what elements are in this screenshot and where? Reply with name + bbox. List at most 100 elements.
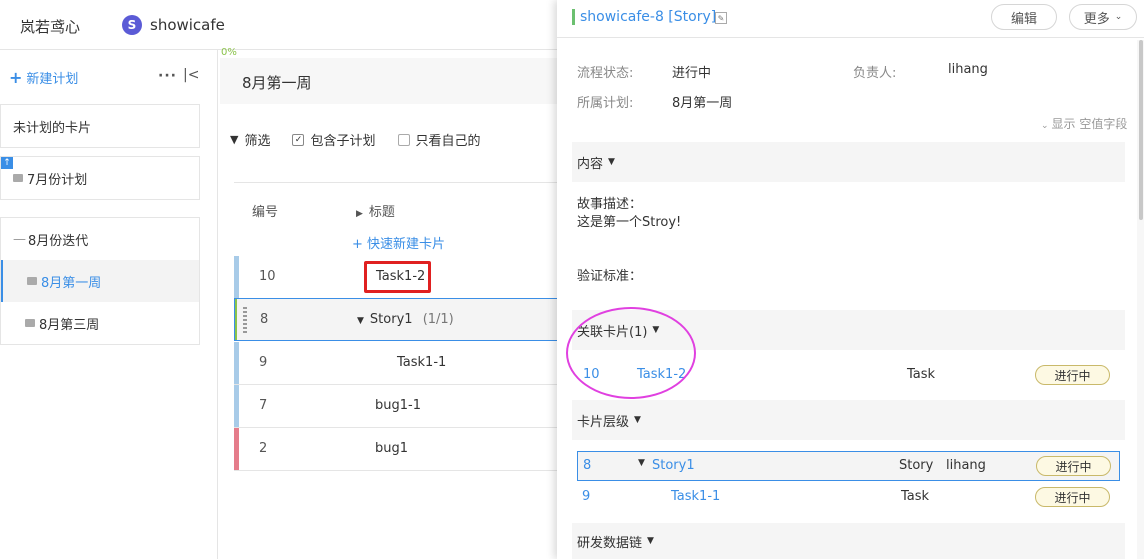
hierarchy-type: Task xyxy=(901,489,930,504)
sidebar-item-aug-iteration[interactable]: — 8月份迭代 xyxy=(1,218,199,260)
related-card-status[interactable]: 进行中 xyxy=(1035,365,1110,385)
row-num: 7 xyxy=(259,398,268,413)
chevron-down-icon: ⌄ xyxy=(1114,12,1123,22)
section-dev-data-chain[interactable]: 研发数据链 ▼ xyxy=(572,523,1125,559)
plan-field-label: 所属计划: xyxy=(577,96,634,111)
only-mine-label: 只看自己的 xyxy=(415,134,481,149)
filter-button[interactable]: ▼ 筛选 xyxy=(230,130,270,149)
card-detail-panel: showicafe-8 [Story] ✎ 编辑 更多 ⌄ 流程状态: 进行中 … xyxy=(557,0,1144,559)
owner-field-value[interactable]: lihang xyxy=(948,62,988,77)
sidebar-item-july-plan[interactable]: ↑ 7月份计划 xyxy=(1,157,199,199)
acceptance-label: 验证标准： xyxy=(577,269,643,284)
column-header-title[interactable]: ▶ 标题 xyxy=(356,201,395,220)
include-subplans-checkbox[interactable]: ✓ 包含子计划 xyxy=(292,130,376,149)
row-color-bar xyxy=(234,256,239,298)
scrollbar-thumb[interactable] xyxy=(1139,40,1143,220)
plan-sidebar: + 新建计划 ··· |< 未计划的卡片 ↑ 7月份计划 — 8月份迭代 8月第… xyxy=(0,50,218,559)
highlight-circle-pink xyxy=(566,307,696,399)
pin-up-icon: ↑ xyxy=(1,157,13,169)
hierarchy-type: Story xyxy=(899,458,934,473)
checkbox-empty-icon xyxy=(397,133,410,146)
project-switcher[interactable]: S showicafe xyxy=(122,15,225,35)
caret-down-icon: ▼ xyxy=(647,536,654,546)
panel-title[interactable]: showicafe-8 [Story] xyxy=(580,9,716,25)
sidebar-item-label: 8月第一周 xyxy=(41,275,102,291)
include-subplans-label: 包含子计划 xyxy=(310,134,376,149)
plan-field-value[interactable]: 8月第一周 xyxy=(672,92,732,111)
sidebar-item-week1[interactable]: 8月第一周 xyxy=(1,260,199,302)
hierarchy-status[interactable]: 进行中 xyxy=(1035,487,1110,507)
chevron-down-icon: ⌄ xyxy=(1041,121,1049,131)
iteration-progress: 0% xyxy=(221,47,237,58)
table-header: 编号 ▶ 标题 + 快速新建卡片 xyxy=(234,182,564,252)
row-color-bar xyxy=(235,299,237,340)
hierarchy-num[interactable]: 9 xyxy=(582,489,590,504)
row-title[interactable]: ▼ Story1 (1/1) xyxy=(357,312,454,327)
quick-new-card-link[interactable]: + 快速新建卡片 xyxy=(352,233,445,252)
hierarchy-row[interactable]: 9 Task1-1 Task 进行中 xyxy=(577,483,1120,513)
row-title[interactable]: bug1 xyxy=(375,441,408,456)
row-num: 10 xyxy=(259,269,276,284)
caret-down-icon: ▼ xyxy=(608,157,615,167)
row-title[interactable]: Task1-1 xyxy=(397,355,446,370)
caret-down-icon[interactable]: ▼ xyxy=(638,458,645,468)
row-num: 8 xyxy=(260,312,269,327)
caret-down-icon[interactable]: ▼ xyxy=(357,316,364,326)
hierarchy-status[interactable]: 进行中 xyxy=(1036,456,1111,476)
new-plan-button[interactable]: + 新建计划 xyxy=(9,68,78,87)
iteration-title: 8月第一周 xyxy=(242,74,312,92)
drag-handle-icon[interactable] xyxy=(243,307,247,333)
hierarchy-row-selected[interactable]: 8 ▼ Story1 Story lihang 进行中 xyxy=(577,451,1120,481)
row-color-bar xyxy=(234,385,239,427)
filter-bar: ▼ 筛选 ✓ 包含子计划 只看自己的 xyxy=(230,130,503,149)
folder-icon xyxy=(13,174,23,182)
row-num: 9 xyxy=(259,355,268,370)
caret-down-icon: ▼ xyxy=(634,415,641,425)
table-row-selected[interactable]: 8 ▼ Story1 (1/1) xyxy=(234,298,564,341)
checkbox-checked-icon: ✓ xyxy=(292,133,305,146)
sidebar-item-label: 8月第三周 xyxy=(39,317,100,333)
filter-label: 筛选 xyxy=(244,134,271,149)
row-title[interactable]: bug1-1 xyxy=(375,398,421,413)
table-row[interactable]: 9 Task1-1 xyxy=(234,342,564,385)
collapse-sidebar-icon[interactable]: |< xyxy=(183,67,199,83)
story-desc-label: 故事描述： xyxy=(577,197,643,212)
hierarchy-num[interactable]: 8 xyxy=(583,458,591,473)
hierarchy-title[interactable]: Story1 xyxy=(652,458,695,473)
sidebar-item-label: 未计划的卡片 xyxy=(13,120,92,136)
sidebar-item-week3[interactable]: 8月第三周 xyxy=(1,302,199,344)
owner-field-label: 负责人: xyxy=(853,66,897,81)
unplanned-cards-box: 未计划的卡片 xyxy=(0,104,200,148)
hierarchy-title[interactable]: Task1-1 xyxy=(671,489,720,504)
sidebar-item-label: 8月份迭代 xyxy=(28,233,89,249)
project-avatar: S xyxy=(122,15,142,35)
more-icon[interactable]: ··· xyxy=(158,68,177,84)
status-field-value[interactable]: 进行中 xyxy=(672,62,711,81)
card-table: 编号 ▶ 标题 + 快速新建卡片 10 Task1-2 8 ▼ Story1 (1/… xyxy=(234,182,564,471)
expand-triangle-icon: ▶ xyxy=(356,209,363,219)
related-card-type: Task xyxy=(907,367,936,382)
sidebar-item-unplanned[interactable]: 未计划的卡片 xyxy=(1,105,199,147)
edit-button[interactable]: 编辑 xyxy=(991,4,1057,30)
row-color-bar xyxy=(234,342,239,384)
section-card-hierarchy[interactable]: 卡片层级 ▼ xyxy=(572,400,1125,440)
only-mine-checkbox[interactable]: 只看自己的 xyxy=(397,130,481,149)
org-name[interactable]: 岚若鸢心 xyxy=(20,16,80,37)
project-name: showicafe xyxy=(150,16,225,34)
plus-icon: + xyxy=(9,68,23,87)
sidebar-item-label: 7月份计划 xyxy=(27,172,88,188)
table-row[interactable]: 2 bug1 xyxy=(234,428,564,471)
section-content[interactable]: 内容 ▼ xyxy=(572,142,1125,182)
panel-accent-bar xyxy=(572,9,575,25)
highlight-box-red xyxy=(364,261,431,293)
filter-funnel-icon: ▼ xyxy=(230,133,239,146)
july-plan-box: ↑ 7月份计划 xyxy=(0,156,200,200)
column-header-num[interactable]: 编号 xyxy=(252,201,278,220)
collapse-minus-icon[interactable]: — xyxy=(13,232,26,247)
show-empty-fields-toggle[interactable]: ⌄ 显示 空值字段 xyxy=(1041,115,1127,132)
more-button[interactable]: 更多 ⌄ xyxy=(1069,4,1137,30)
hierarchy-owner: lihang xyxy=(946,458,986,473)
table-row[interactable]: 7 bug1-1 xyxy=(234,385,564,428)
pencil-icon[interactable]: ✎ xyxy=(715,12,727,24)
panel-header: showicafe-8 [Story] ✎ 编辑 更多 ⌄ xyxy=(557,0,1144,38)
